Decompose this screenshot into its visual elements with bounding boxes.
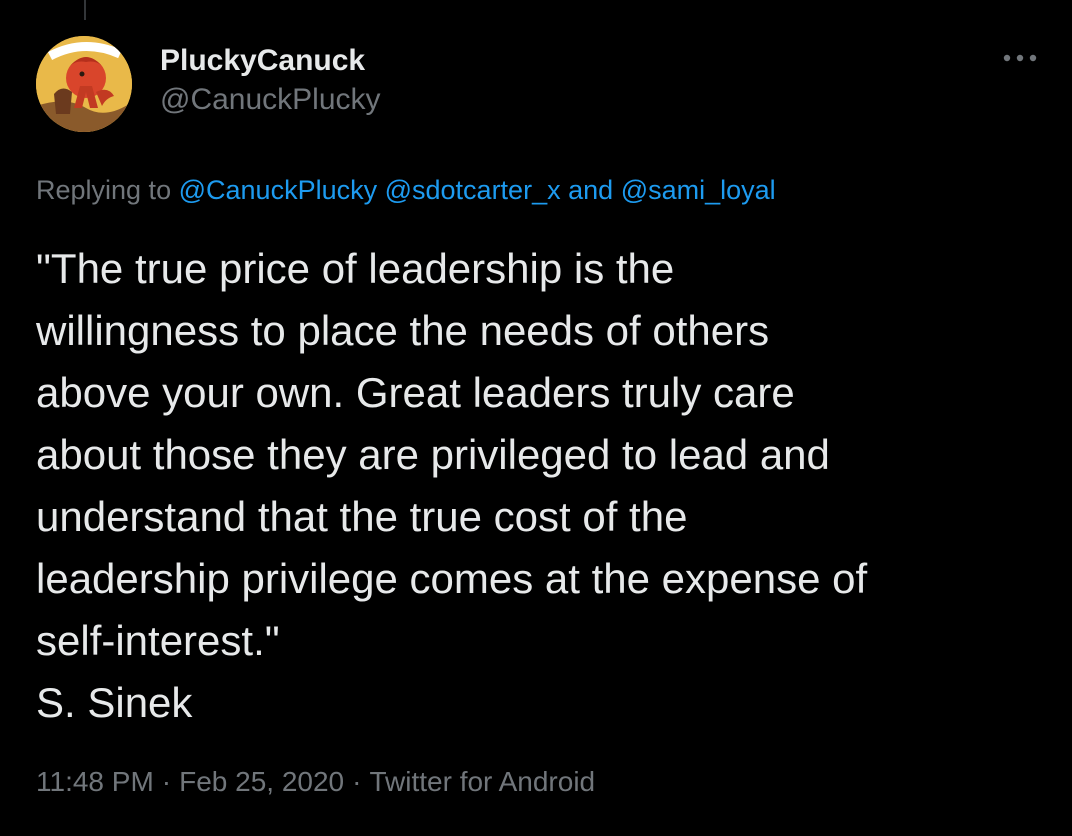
tweet-text: "The true price of leadership is the wil…: [36, 245, 868, 726]
mention-conjunction: and: [568, 175, 614, 205]
author-names: PluckyCanuck @CanuckPlucky: [160, 42, 381, 120]
victory-poster-avatar-icon: [36, 36, 132, 132]
meta-separator: ·: [352, 766, 362, 797]
replying-to-line: Replying to @CanuckPlucky @sdotcarter_x …: [36, 170, 776, 210]
more-horizontal-icon: [1003, 54, 1037, 62]
mention-link[interactable]: @CanuckPlucky: [179, 175, 377, 205]
tweet-header: PluckyCanuck @CanuckPlucky: [36, 36, 1042, 136]
more-options-button[interactable]: [998, 40, 1042, 76]
mention-link[interactable]: @sami_loyal: [621, 175, 776, 205]
mention-link[interactable]: @sdotcarter_x: [385, 175, 561, 205]
tweet-date[interactable]: Feb 25, 2020: [179, 766, 344, 797]
author-display-name[interactable]: PluckyCanuck: [160, 42, 381, 80]
avatar[interactable]: [36, 36, 132, 132]
tweet-metadata: 11:48 PM · Feb 25, 2020 · Twitter for Androi…: [36, 762, 595, 802]
author-handle[interactable]: @CanuckPlucky: [160, 80, 381, 120]
tweet-time[interactable]: 11:48 PM: [36, 766, 154, 797]
meta-separator: ·: [161, 766, 172, 797]
tweet-source[interactable]: Twitter for Android: [369, 766, 595, 797]
replying-prefix: Replying to: [36, 175, 172, 205]
thread-connector-line: [84, 0, 86, 20]
